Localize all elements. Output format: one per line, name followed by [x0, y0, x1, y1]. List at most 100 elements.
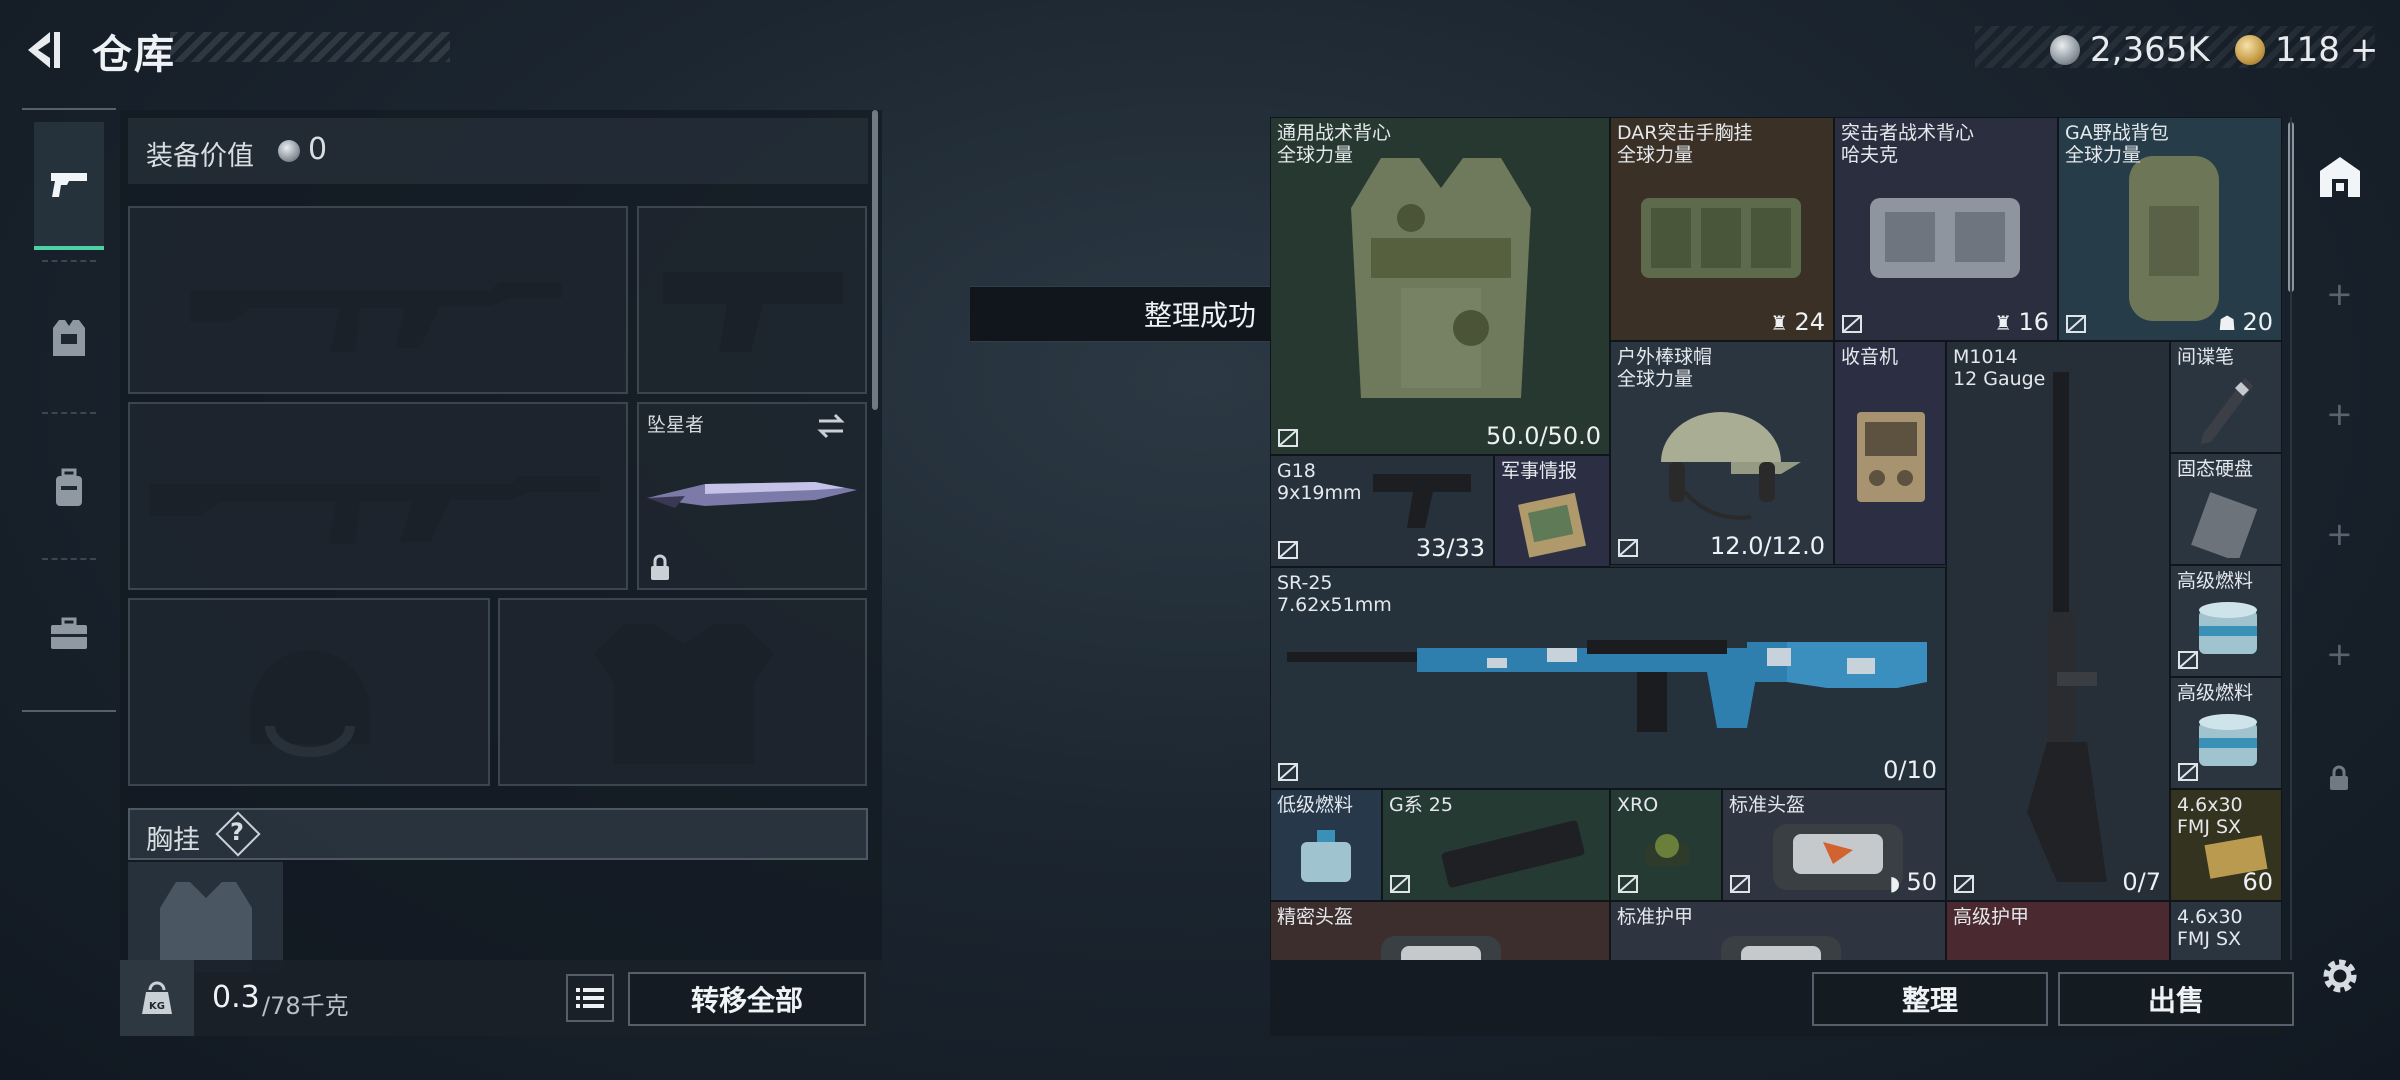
item-tactical-vest[interactable]: 通用战术背心 全球力量 50.0/50.0 — [1270, 117, 1610, 455]
item-name: 军事情报 — [1501, 460, 1578, 482]
help-icon[interactable]: ? — [230, 818, 244, 846]
item-g18[interactable]: G18 9x19mm 33/33 — [1270, 455, 1494, 567]
back-button[interactable] — [20, 26, 68, 74]
helmet-silhouette-icon — [250, 650, 370, 757]
item-name: 户外棒球帽 — [1617, 346, 1713, 368]
item-sub: 全球力量 — [1617, 368, 1694, 390]
currency-2[interactable]: 118 + — [2235, 30, 2378, 70]
weight-current: 0.3 — [212, 980, 260, 1015]
settings-button[interactable] — [2318, 954, 2362, 998]
helmet-slot[interactable] — [128, 598, 490, 786]
rifle-silhouette-icon — [150, 476, 600, 544]
chest-rig-slot[interactable] — [128, 862, 283, 972]
add-storage-page-icon[interactable]: + — [2326, 275, 2353, 313]
item-sr25[interactable]: SR-25 7.62x51mm 0/10 — [1270, 567, 1946, 789]
item-precision-helmet[interactable]: 精密头盔 — [1270, 901, 1610, 960]
capacity-icon: ♜ — [1770, 311, 1795, 335]
silver-coin-icon — [278, 140, 300, 162]
tab-armor[interactable] — [34, 274, 104, 402]
unlocked-icon — [1730, 875, 1750, 893]
item-ssd[interactable]: 固态硬盘 — [2170, 453, 2282, 565]
item-name: 收音机 — [1841, 346, 1899, 368]
pistol-image — [1373, 474, 1471, 528]
item-sub: 全球力量 — [1277, 144, 1354, 166]
chest-rig-label: 胸挂 — [146, 825, 200, 856]
organize-button[interactable]: 整理 — [1812, 972, 2048, 1026]
storage-pages: + + + + — [2290, 117, 2386, 960]
vest-image — [1870, 198, 2020, 278]
item-name: 固态硬盘 — [2177, 458, 2254, 480]
swap-icon[interactable] — [815, 412, 847, 440]
sidearm-slot[interactable] — [637, 206, 867, 394]
item-advanced-fuel[interactable]: 高级燃料 — [2170, 565, 2282, 677]
gear-icon — [2323, 959, 2357, 993]
unlocked-icon — [1954, 875, 1974, 893]
item-low-fuel[interactable]: 低级燃料 — [1270, 789, 1382, 901]
tab-case[interactable] — [34, 570, 104, 698]
item-g25[interactable]: G系 25 — [1382, 789, 1610, 901]
currency-1[interactable]: 2,365K — [2050, 30, 2210, 70]
item-baseball-cap[interactable]: 户外棒球帽 全球力量 12.0/12.0 — [1610, 341, 1834, 565]
item-military-intel[interactable]: 军事情报 — [1494, 455, 1610, 567]
page-title: 仓库 — [92, 32, 176, 78]
tab-backpack[interactable] — [34, 424, 104, 552]
panel-scrollbar[interactable] — [872, 110, 878, 410]
weight-max: /78千克 — [262, 992, 349, 1020]
lock-icon — [2330, 765, 2348, 790]
primary-weapon-slot[interactable] — [128, 206, 628, 394]
item-dar-chest-rig[interactable]: DAR突击手胸挂 全球力量 ♜ 24 — [1610, 117, 1834, 341]
secondary-weapon-slot[interactable] — [128, 402, 628, 590]
fuel-can-image — [1301, 830, 1351, 882]
stash-action-bar: 整理 出售 — [1270, 960, 2294, 1036]
item-ammo-46x30[interactable]: 4.6x30 FMJ SX — [2170, 901, 2282, 960]
fuel-can-image — [2199, 602, 2257, 654]
silver-coin-icon — [2050, 35, 2080, 65]
weight-kg-icon: KG — [142, 981, 172, 1014]
storage-page-1[interactable] — [2312, 149, 2368, 205]
item-name: DAR突击手胸挂 — [1617, 122, 1753, 144]
item-m1014[interactable]: M1014 12 Gauge 0/7 — [1946, 341, 2170, 901]
item-count: 60 — [2242, 868, 2273, 896]
vest-image — [1351, 158, 1531, 398]
backpack-image — [2129, 156, 2219, 321]
melee-slot[interactable]: 坠星者 — [637, 402, 867, 590]
add-storage-page-icon[interactable]: + — [2326, 395, 2353, 433]
item-xro[interactable]: XRO — [1610, 789, 1722, 901]
item-name: 突击者战术背心 — [1841, 122, 1975, 144]
weight-bar: KG 0.3 /78千克 转移全部 — [120, 960, 882, 1036]
item-assault-vest[interactable]: 突击者战术背心 哈夫克 ♜ 16 — [1834, 117, 2058, 341]
add-storage-page-icon[interactable]: + — [2326, 515, 2353, 553]
equipment-value-bar: 装备价值 0 — [128, 118, 868, 184]
item-ammo-46x30[interactable]: 4.6x30 FMJ SX 60 — [2170, 789, 2282, 901]
body-armor-slot[interactable] — [498, 598, 867, 786]
armor-bag-image — [1721, 936, 1841, 960]
shield-icon: ◗ — [1889, 871, 1907, 895]
item-ga-backpack[interactable]: GA野战背包 全球力量 ☗ 20 — [2058, 117, 2282, 341]
tab-separator — [42, 558, 96, 560]
tab-separator — [42, 260, 96, 262]
tab-firearms[interactable] — [34, 122, 104, 250]
item-capacity: 20 — [2242, 308, 2273, 336]
item-sub: 9x19mm — [1277, 482, 1362, 504]
item-spy-pen[interactable]: 间谍笔 — [2170, 341, 2282, 453]
item-name: 精密头盔 — [1277, 906, 1354, 928]
list-view-button[interactable] — [566, 974, 614, 1022]
chest-rig-header: 胸挂 ? — [128, 808, 868, 860]
item-advanced-fuel[interactable]: 高级燃料 — [2170, 677, 2282, 789]
add-storage-page-icon[interactable]: + — [2326, 635, 2353, 673]
item-standard-helmet[interactable]: 标准头盔 ◗ 50 — [1722, 789, 1946, 901]
title-decoration — [170, 32, 450, 62]
briefcase-icon — [51, 617, 87, 649]
item-armor: 50 — [1906, 868, 1937, 896]
item-advanced-armor[interactable]: 高级护甲 — [1946, 901, 2170, 960]
currency-2-amount: 118 — [2275, 30, 2340, 70]
ssd-image — [2191, 492, 2258, 558]
sell-button[interactable]: 出售 — [2058, 972, 2294, 1026]
currency-2-add[interactable]: + — [2350, 30, 2379, 70]
transfer-all-button[interactable]: 转移全部 — [628, 972, 866, 1026]
sight-image — [1645, 834, 1689, 866]
item-standard-armor[interactable]: 标准护甲 — [1610, 901, 1946, 960]
fuel-can-image — [2199, 714, 2257, 766]
unlocked-icon — [2178, 763, 2198, 781]
item-radio[interactable]: 收音机 — [1834, 341, 1946, 565]
